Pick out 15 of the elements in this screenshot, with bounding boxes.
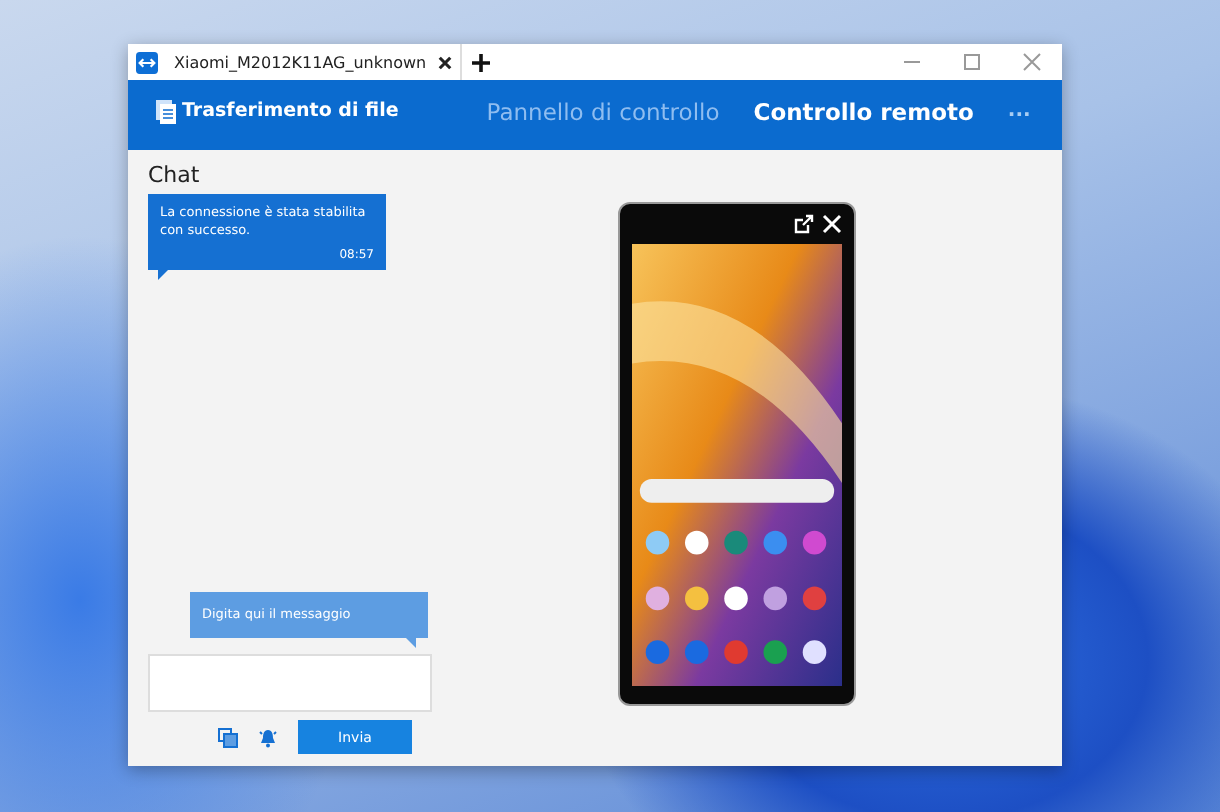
- app-logo-icon: [136, 51, 158, 73]
- external-window-icon[interactable]: [794, 214, 814, 234]
- close-icon[interactable]: [438, 55, 453, 69]
- file-transfer-button[interactable]: Trasferimento di file: [156, 99, 399, 123]
- message-input[interactable]: [148, 654, 432, 712]
- screenshot-icon[interactable]: [218, 727, 238, 747]
- chat-title: Chat: [148, 162, 202, 188]
- tab-title: Xiaomi_M2012K11AG_unknown: [174, 53, 427, 71]
- more-button[interactable]: ...: [1007, 100, 1031, 122]
- nav-tab[interactable]: Pannello di controllo: [486, 97, 720, 125]
- maximize-icon[interactable]: [962, 52, 982, 72]
- new-tab-icon[interactable]: [472, 53, 491, 71]
- document-icon: [156, 99, 176, 123]
- bell-icon[interactable]: [258, 727, 278, 747]
- nav-tab[interactable]: Controllo remoto: [753, 97, 974, 125]
